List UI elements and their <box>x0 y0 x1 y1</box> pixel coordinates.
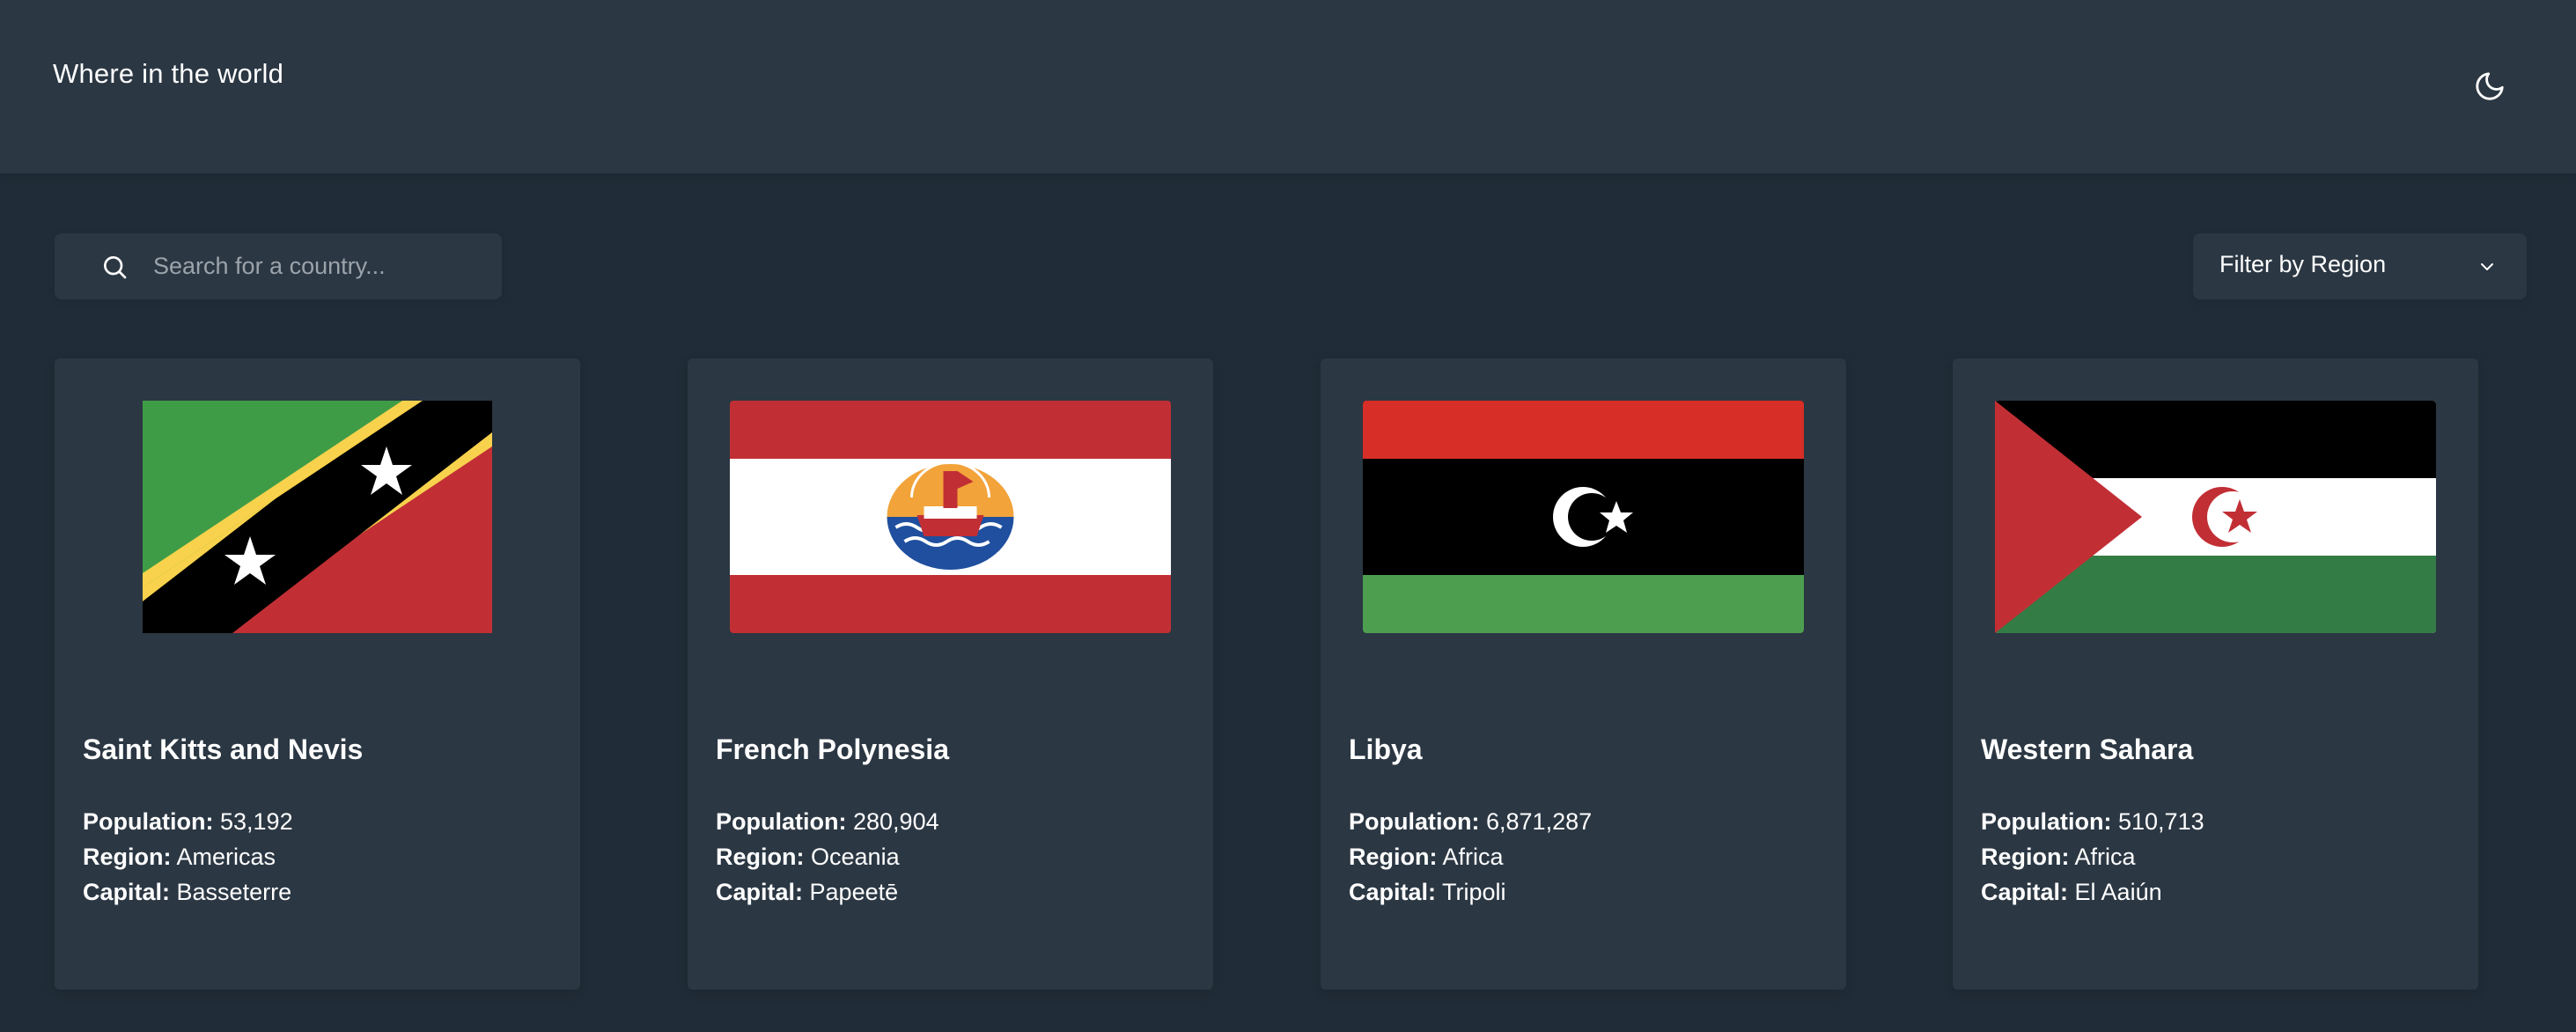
search-bar[interactable] <box>55 233 502 299</box>
population-value: 6,871,287 <box>1486 808 1593 835</box>
capital-row: Capital: Tripoli <box>1349 874 1592 910</box>
capital-value: Basseterre <box>176 879 292 905</box>
site-header: Where in the world <box>0 0 2576 173</box>
region-label: Region: <box>1981 844 2070 870</box>
country-name: Libya <box>1349 733 1423 765</box>
capital-row: Capital: El Aaiún <box>1981 874 2204 910</box>
moon-icon <box>2476 72 2504 100</box>
app-title: Where in the world <box>53 58 284 89</box>
region-filter-dropdown[interactable]: Filter by Region <box>2193 233 2527 299</box>
region-row: Region: Americas <box>83 839 293 874</box>
country-name: Western Sahara <box>1981 733 2194 765</box>
population-row: Population: 6,871,287 <box>1349 804 1592 839</box>
capital-value: Papeetē <box>809 879 899 905</box>
country-details: Population: 6,871,287 Region: Africa Cap… <box>1349 804 1592 910</box>
region-value: Oceania <box>811 844 900 870</box>
saint-kitts-and-nevis-flag-icon <box>143 401 492 633</box>
population-label: Population: <box>716 808 847 835</box>
french-polynesia-flag-icon <box>730 401 1171 633</box>
capital-row: Capital: Papeetē <box>716 874 939 910</box>
country-details: Population: 53,192 Region: Americas Capi… <box>83 804 293 910</box>
western-sahara-flag-icon <box>1995 401 2436 633</box>
population-value: 280,904 <box>853 808 939 835</box>
capital-value: Tripoli <box>1442 879 1506 905</box>
region-label: Region: <box>716 844 805 870</box>
region-value: Africa <box>2074 844 2136 870</box>
population-value: 510,713 <box>2118 808 2204 835</box>
region-row: Region: Africa <box>1349 839 1592 874</box>
population-label: Population: <box>1981 808 2112 835</box>
capital-label: Capital: <box>1981 879 2069 905</box>
region-filter-label: Filter by Region <box>2219 251 2387 277</box>
region-row: Region: Oceania <box>716 839 939 874</box>
chevron-down-icon <box>2477 256 2498 277</box>
capital-value: El Aaiún <box>2074 879 2162 905</box>
country-card[interactable]: Saint Kitts and Nevis Population: 53,192… <box>55 358 580 990</box>
region-label: Region: <box>1349 844 1438 870</box>
country-card[interactable]: French Polynesia Population: 280,904 Reg… <box>688 358 1213 990</box>
capital-row: Capital: Basseterre <box>83 874 293 910</box>
search-icon <box>100 253 129 281</box>
country-name: French Polynesia <box>716 733 949 765</box>
search-input[interactable] <box>153 233 488 299</box>
country-card[interactable]: Libya Population: 6,871,287 Region: Afri… <box>1321 358 1846 990</box>
population-label: Population: <box>83 808 214 835</box>
country-card[interactable]: Western Sahara Population: 510,713 Regio… <box>1953 358 2478 990</box>
country-details: Population: 510,713 Region: Africa Capit… <box>1981 804 2204 910</box>
country-details: Population: 280,904 Region: Oceania Capi… <box>716 804 939 910</box>
theme-toggle-button[interactable] <box>2470 67 2509 106</box>
country-name: Saint Kitts and Nevis <box>83 733 364 765</box>
population-label: Population: <box>1349 808 1480 835</box>
capital-label: Capital: <box>83 879 171 905</box>
population-row: Population: 280,904 <box>716 804 939 839</box>
region-row: Region: Africa <box>1981 839 2204 874</box>
capital-label: Capital: <box>716 879 804 905</box>
capital-label: Capital: <box>1349 879 1437 905</box>
population-row: Population: 510,713 <box>1981 804 2204 839</box>
region-value: Americas <box>176 844 276 870</box>
population-value: 53,192 <box>220 808 293 835</box>
libya-flag-icon <box>1363 401 1804 633</box>
population-row: Population: 53,192 <box>83 804 293 839</box>
region-value: Africa <box>1442 844 1504 870</box>
region-label: Region: <box>83 844 172 870</box>
